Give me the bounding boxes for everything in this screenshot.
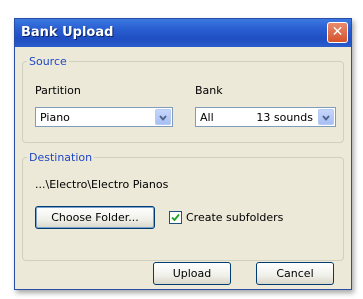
title-bar[interactable]: Bank Upload ✕ bbox=[15, 19, 351, 47]
choose-folder-button[interactable]: Choose Folder... bbox=[35, 206, 155, 229]
source-legend: Source bbox=[29, 55, 67, 68]
source-group: Source Partition Piano Bank All 13 sound… bbox=[22, 55, 344, 143]
partition-dropdown[interactable]: Piano bbox=[35, 107, 173, 127]
destination-path: ...\Electro\Electro Pianos bbox=[35, 178, 169, 191]
bank-label: Bank bbox=[195, 84, 223, 97]
close-icon: ✕ bbox=[331, 24, 344, 40]
partition-label: Partition bbox=[35, 84, 81, 97]
bank-sound-count: 13 sounds bbox=[256, 111, 313, 124]
chevron-down-icon bbox=[322, 115, 330, 121]
bank-value: All bbox=[200, 111, 214, 124]
bank-dropdown[interactable]: All 13 sounds bbox=[195, 107, 336, 127]
dialog-title: Bank Upload bbox=[21, 25, 114, 40]
close-button[interactable]: ✕ bbox=[327, 22, 348, 43]
create-subfolders-label[interactable]: Create subfolders bbox=[186, 211, 283, 224]
bank-dropdown-arrow[interactable] bbox=[318, 109, 334, 125]
partition-value: Piano bbox=[40, 111, 70, 124]
upload-button[interactable]: Upload bbox=[153, 262, 231, 285]
destination-group: Destination ...\Electro\Electro Pianos C… bbox=[22, 151, 344, 261]
cancel-button[interactable]: Cancel bbox=[256, 262, 334, 285]
partition-dropdown-arrow[interactable] bbox=[155, 109, 171, 125]
checkmark-icon bbox=[171, 213, 180, 222]
chevron-down-icon bbox=[159, 115, 167, 121]
destination-legend: Destination bbox=[29, 151, 93, 164]
bank-upload-dialog: Bank Upload ✕ Source Partition Piano Ban… bbox=[14, 18, 352, 290]
create-subfolders-checkbox[interactable] bbox=[169, 211, 182, 224]
